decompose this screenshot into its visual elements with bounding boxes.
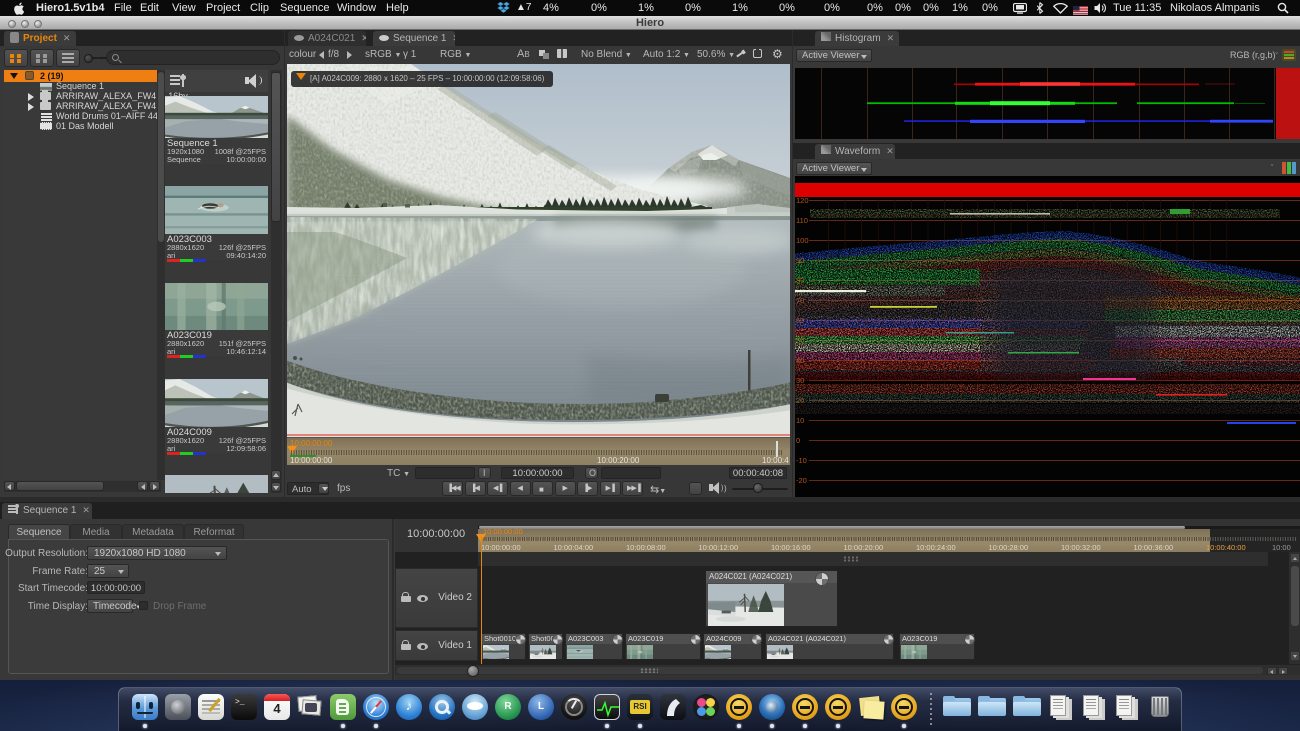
svg-text:20: 20 xyxy=(796,396,804,405)
svg-text:90: 90 xyxy=(796,256,804,265)
svg-text:110: 110 xyxy=(796,216,808,225)
svg-text:0: 0 xyxy=(796,436,800,445)
svg-text:70: 70 xyxy=(796,296,804,305)
svg-text:60: 60 xyxy=(796,316,804,325)
svg-text:-20: -20 xyxy=(796,476,807,485)
svg-text:10: 10 xyxy=(796,416,804,425)
svg-text:-10: -10 xyxy=(796,456,807,465)
svg-text:80: 80 xyxy=(796,276,804,285)
svg-text:50: 50 xyxy=(796,336,804,345)
svg-text:100: 100 xyxy=(796,236,809,245)
svg-text:120: 120 xyxy=(796,196,809,205)
svg-text:40: 40 xyxy=(796,356,804,365)
svg-text:30: 30 xyxy=(796,376,804,385)
